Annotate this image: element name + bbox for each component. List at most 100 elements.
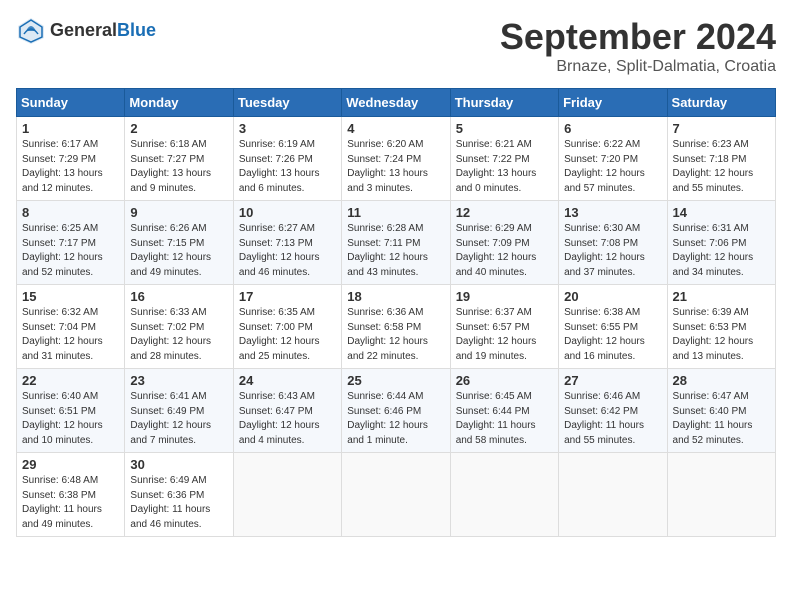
- calendar-week-5: 29 Sunrise: 6:48 AMSunset: 6:38 PMDayligh…: [17, 453, 776, 537]
- day-number: 19: [456, 289, 553, 304]
- calendar-week-1: 1 Sunrise: 6:17 AMSunset: 7:29 PMDaylight…: [17, 117, 776, 201]
- day-number: 5: [456, 121, 553, 136]
- day-info: Sunrise: 6:28 AMSunset: 7:11 PMDaylight:…: [347, 222, 444, 280]
- calendar-cell: 24 Sunrise: 6:43 AMSunset: 6:47 PMDayligh…: [233, 369, 341, 453]
- day-info: Sunrise: 6:30 AMSunset: 7:08 PMDaylight:…: [564, 222, 661, 280]
- calendar-cell: 8 Sunrise: 6:25 AMSunset: 7:17 PMDaylight…: [17, 201, 125, 285]
- calendar-cell: 14 Sunrise: 6:31 AMSunset: 7:06 PMDayligh…: [667, 201, 775, 285]
- day-info: Sunrise: 6:48 AMSunset: 6:38 PMDaylight:…: [22, 474, 119, 532]
- logo-container: GeneralBlue: [16, 16, 156, 46]
- day-number: 27: [564, 373, 661, 388]
- day-info: Sunrise: 6:23 AMSunset: 7:18 PMDaylight:…: [673, 138, 770, 196]
- day-number: 20: [564, 289, 661, 304]
- day-number: 26: [456, 373, 553, 388]
- day-number: 13: [564, 205, 661, 220]
- calendar-cell: 30 Sunrise: 6:49 AMSunset: 6:36 PMDayligh…: [125, 453, 233, 537]
- day-number: 18: [347, 289, 444, 304]
- day-number: 16: [130, 289, 227, 304]
- day-number: 15: [22, 289, 119, 304]
- page-header: GeneralBlue September 2024 Brnaze, Split…: [16, 16, 776, 76]
- calendar-header-row: Sunday Monday Tuesday Wednesday Thursday…: [17, 89, 776, 117]
- day-number: 14: [673, 205, 770, 220]
- calendar-cell: [342, 453, 450, 537]
- calendar-cell: 29 Sunrise: 6:48 AMSunset: 6:38 PMDayligh…: [17, 453, 125, 537]
- day-info: Sunrise: 6:49 AMSunset: 6:36 PMDaylight:…: [130, 474, 227, 532]
- day-number: 12: [456, 205, 553, 220]
- day-info: Sunrise: 6:29 AMSunset: 7:09 PMDaylight:…: [456, 222, 553, 280]
- day-info: Sunrise: 6:31 AMSunset: 7:06 PMDaylight:…: [673, 222, 770, 280]
- calendar-cell: 6 Sunrise: 6:22 AMSunset: 7:20 PMDaylight…: [559, 117, 667, 201]
- day-info: Sunrise: 6:40 AMSunset: 6:51 PMDaylight:…: [22, 390, 119, 448]
- day-info: Sunrise: 6:33 AMSunset: 7:02 PMDaylight:…: [130, 306, 227, 364]
- day-number: 1: [22, 121, 119, 136]
- calendar-cell: 5 Sunrise: 6:21 AMSunset: 7:22 PMDaylight…: [450, 117, 558, 201]
- logo-general: General: [50, 20, 117, 40]
- calendar-cell: 10 Sunrise: 6:27 AMSunset: 7:13 PMDayligh…: [233, 201, 341, 285]
- calendar-cell: 27 Sunrise: 6:46 AMSunset: 6:42 PMDayligh…: [559, 369, 667, 453]
- calendar-week-4: 22 Sunrise: 6:40 AMSunset: 6:51 PMDayligh…: [17, 369, 776, 453]
- day-info: Sunrise: 6:35 AMSunset: 7:00 PMDaylight:…: [239, 306, 336, 364]
- col-thursday: Thursday: [450, 89, 558, 117]
- day-info: Sunrise: 6:41 AMSunset: 6:49 PMDaylight:…: [130, 390, 227, 448]
- day-number: 6: [564, 121, 661, 136]
- day-number: 9: [130, 205, 227, 220]
- day-info: Sunrise: 6:21 AMSunset: 7:22 PMDaylight:…: [456, 138, 553, 196]
- day-number: 29: [22, 457, 119, 472]
- logo-text: GeneralBlue: [50, 21, 156, 41]
- day-info: Sunrise: 6:43 AMSunset: 6:47 PMDaylight:…: [239, 390, 336, 448]
- day-info: Sunrise: 6:20 AMSunset: 7:24 PMDaylight:…: [347, 138, 444, 196]
- day-info: Sunrise: 6:25 AMSunset: 7:17 PMDaylight:…: [22, 222, 119, 280]
- day-info: Sunrise: 6:39 AMSunset: 6:53 PMDaylight:…: [673, 306, 770, 364]
- day-number: 22: [22, 373, 119, 388]
- calendar-cell: 20 Sunrise: 6:38 AMSunset: 6:55 PMDayligh…: [559, 285, 667, 369]
- day-info: Sunrise: 6:32 AMSunset: 7:04 PMDaylight:…: [22, 306, 119, 364]
- logo-icon: [16, 16, 46, 46]
- calendar-cell: 3Sunrise: 6:19 AMSunset: 7:26 PMDaylight…: [233, 117, 341, 201]
- day-info: Sunrise: 6:22 AMSunset: 7:20 PMDaylight:…: [564, 138, 661, 196]
- calendar-cell: [450, 453, 558, 537]
- calendar-cell: [233, 453, 341, 537]
- calendar-cell: 19 Sunrise: 6:37 AMSunset: 6:57 PMDayligh…: [450, 285, 558, 369]
- title-area: September 2024 Brnaze, Split-Dalmatia, C…: [500, 16, 776, 76]
- day-number: 23: [130, 373, 227, 388]
- calendar-week-3: 15 Sunrise: 6:32 AMSunset: 7:04 PMDayligh…: [17, 285, 776, 369]
- calendar-week-2: 8 Sunrise: 6:25 AMSunset: 7:17 PMDaylight…: [17, 201, 776, 285]
- day-info: Sunrise: 6:45 AMSunset: 6:44 PMDaylight:…: [456, 390, 553, 448]
- calendar-cell: 12 Sunrise: 6:29 AMSunset: 7:09 PMDayligh…: [450, 201, 558, 285]
- calendar-cell: 18 Sunrise: 6:36 AMSunset: 6:58 PMDayligh…: [342, 285, 450, 369]
- day-number: 2: [130, 121, 227, 136]
- col-wednesday: Wednesday: [342, 89, 450, 117]
- day-info: Sunrise: 6:46 AMSunset: 6:42 PMDaylight:…: [564, 390, 661, 448]
- col-tuesday: Tuesday: [233, 89, 341, 117]
- month-title: September 2024: [500, 16, 776, 58]
- calendar-cell: 22 Sunrise: 6:40 AMSunset: 6:51 PMDayligh…: [17, 369, 125, 453]
- day-number: 4: [347, 121, 444, 136]
- day-number: 30: [130, 457, 227, 472]
- day-info: Sunrise: 6:18 AMSunset: 7:27 PMDaylight:…: [130, 138, 227, 196]
- calendar-cell: 15 Sunrise: 6:32 AMSunset: 7:04 PMDayligh…: [17, 285, 125, 369]
- calendar-cell: 13 Sunrise: 6:30 AMSunset: 7:08 PMDayligh…: [559, 201, 667, 285]
- calendar-cell: 4 Sunrise: 6:20 AMSunset: 7:24 PMDaylight…: [342, 117, 450, 201]
- calendar-cell: 26 Sunrise: 6:45 AMSunset: 6:44 PMDayligh…: [450, 369, 558, 453]
- calendar-cell: [667, 453, 775, 537]
- day-info: Sunrise: 6:47 AMSunset: 6:40 PMDaylight:…: [673, 390, 770, 448]
- day-info: Sunrise: 6:17 AMSunset: 7:29 PMDaylight:…: [22, 138, 119, 196]
- day-info: Sunrise: 6:19 AMSunset: 7:26 PMDaylight:…: [239, 138, 336, 196]
- logo-blue: Blue: [117, 20, 156, 40]
- day-info: Sunrise: 6:37 AMSunset: 6:57 PMDaylight:…: [456, 306, 553, 364]
- calendar-cell: 9Sunrise: 6:26 AMSunset: 7:15 PMDaylight…: [125, 201, 233, 285]
- day-number: 8: [22, 205, 119, 220]
- day-number: 24: [239, 373, 336, 388]
- calendar-cell: 11Sunrise: 6:28 AMSunset: 7:11 PMDayligh…: [342, 201, 450, 285]
- calendar-cell: 25Sunrise: 6:44 AMSunset: 6:46 PMDayligh…: [342, 369, 450, 453]
- calendar-cell: 17Sunrise: 6:35 AMSunset: 7:00 PMDayligh…: [233, 285, 341, 369]
- day-info: Sunrise: 6:38 AMSunset: 6:55 PMDaylight:…: [564, 306, 661, 364]
- day-info: Sunrise: 6:27 AMSunset: 7:13 PMDaylight:…: [239, 222, 336, 280]
- col-friday: Friday: [559, 89, 667, 117]
- day-number: 10: [239, 205, 336, 220]
- calendar-cell: 21Sunrise: 6:39 AMSunset: 6:53 PMDayligh…: [667, 285, 775, 369]
- day-number: 28: [673, 373, 770, 388]
- calendar-cell: 2 Sunrise: 6:18 AMSunset: 7:27 PMDaylight…: [125, 117, 233, 201]
- day-info: Sunrise: 6:36 AMSunset: 6:58 PMDaylight:…: [347, 306, 444, 364]
- calendar-cell: 7Sunrise: 6:23 AMSunset: 7:18 PMDaylight…: [667, 117, 775, 201]
